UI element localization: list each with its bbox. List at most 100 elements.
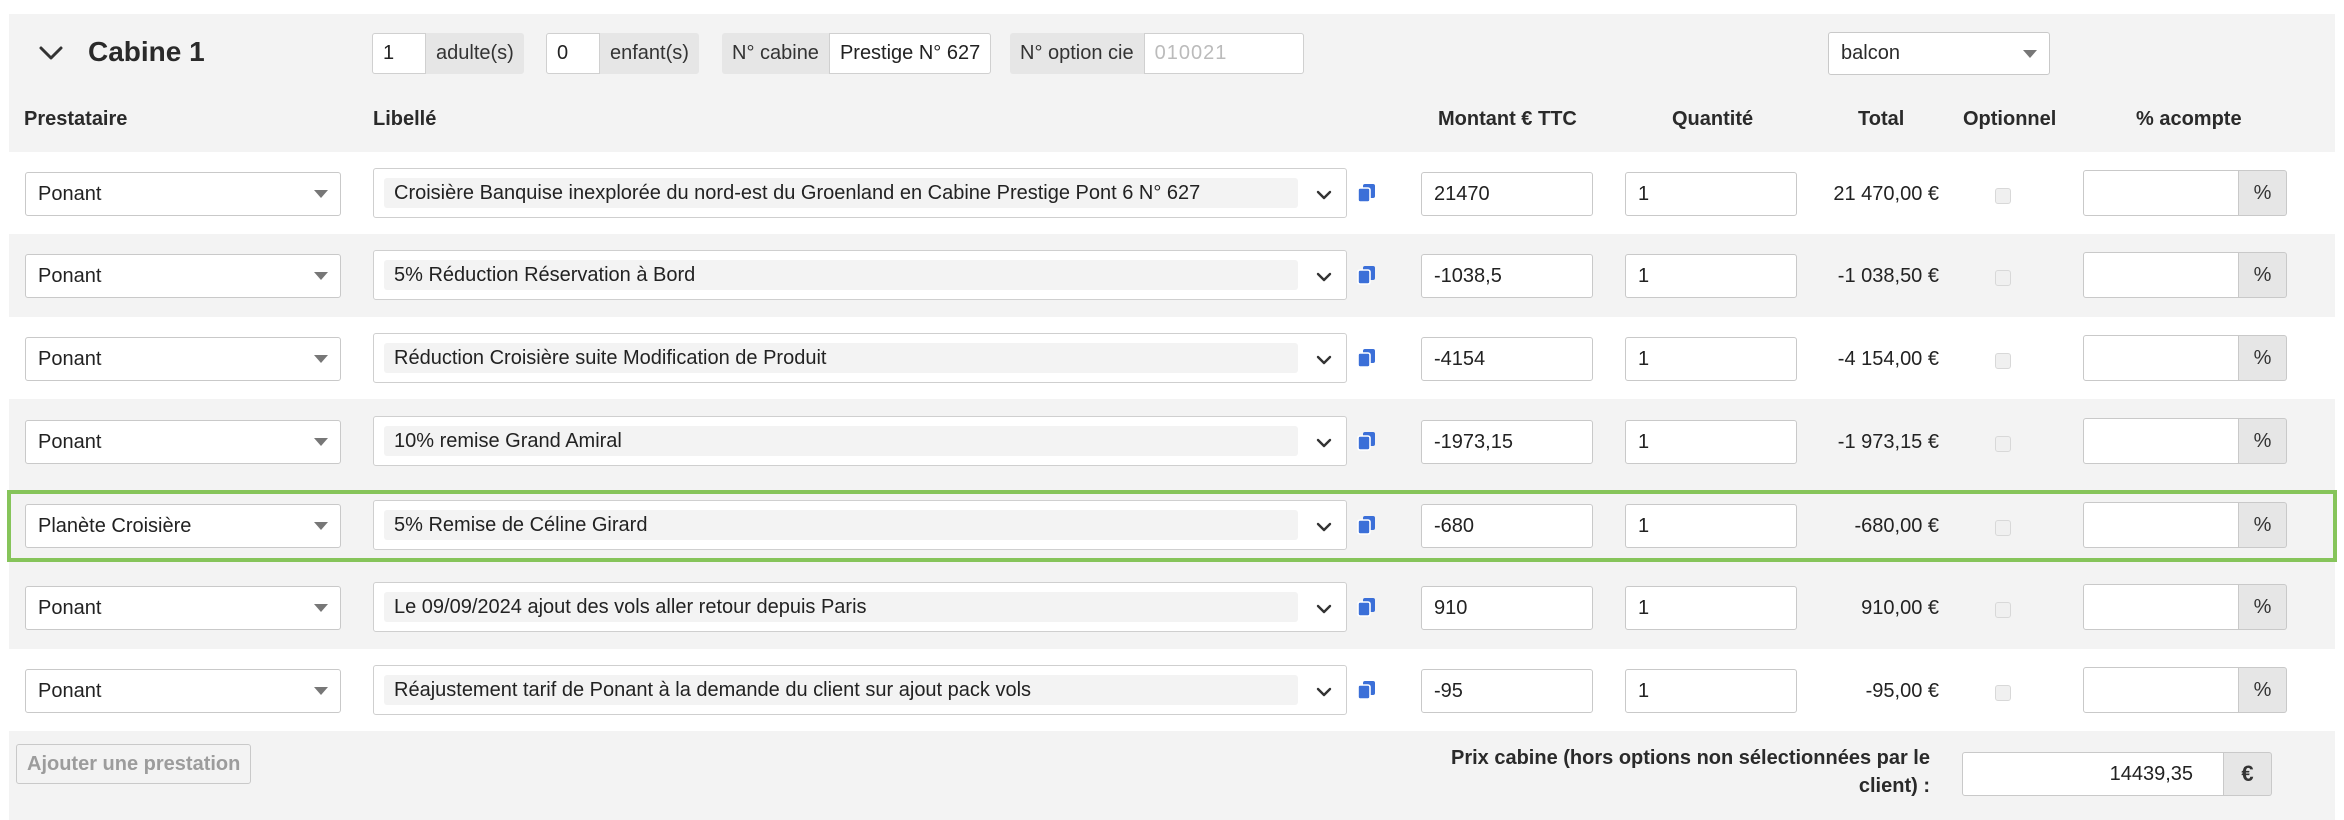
- chevron-down-icon[interactable]: [1314, 267, 1334, 287]
- col-acompte: % acompte: [2136, 108, 2242, 130]
- duplicate-icon[interactable]: [1356, 264, 1378, 286]
- row-total: 21 470,00 €: [1833, 182, 1939, 205]
- optionnel-checkbox[interactable]: [1995, 270, 2011, 286]
- libelle-text[interactable]: 5% Remise de Céline Girard: [384, 510, 1298, 540]
- prestataire-select[interactable]: Ponant: [25, 586, 341, 630]
- prestataire-value: Ponant: [38, 182, 102, 205]
- libelle-text[interactable]: Le 09/09/2024 ajout des vols aller retou…: [384, 592, 1298, 622]
- percent-addon: %: [2239, 418, 2287, 464]
- optionnel-checkbox[interactable]: [1995, 436, 2011, 452]
- libelle-text[interactable]: 10% remise Grand Amiral: [384, 426, 1298, 456]
- caret-down-icon: [314, 355, 328, 363]
- chevron-down-icon[interactable]: [1314, 185, 1334, 205]
- libelle-field[interactable]: 5% Réduction Réservation à Bord: [373, 250, 1347, 300]
- row-total: -1 973,15 €: [1837, 430, 1939, 453]
- libelle-field[interactable]: 10% remise Grand Amiral: [373, 416, 1347, 466]
- cabin-number-input[interactable]: Prestige N° 627: [828, 33, 992, 74]
- percent-addon: %: [2239, 252, 2287, 298]
- quantite-input[interactable]: 1: [1625, 586, 1797, 630]
- acompte-input[interactable]: [2083, 335, 2239, 381]
- libelle-text[interactable]: Croisière Banquise inexplorée du nord-es…: [384, 178, 1298, 208]
- option-number-group: N° option cie 010021: [1010, 33, 1304, 74]
- libelle-field[interactable]: Réduction Croisière suite Modification d…: [373, 333, 1347, 383]
- acompte-input[interactable]: [2083, 252, 2239, 298]
- adults-input[interactable]: 1: [372, 33, 426, 74]
- prestataire-select[interactable]: Ponant: [25, 420, 341, 464]
- prix-cabine-group: 14439,35 €: [1962, 752, 2272, 796]
- prestataire-select[interactable]: Planète Croisière: [25, 504, 341, 548]
- acompte-input[interactable]: [2083, 170, 2239, 216]
- table-row: Ponant Le 09/09/2024 ajout des vols alle…: [9, 566, 2335, 648]
- chevron-down-icon[interactable]: [1314, 517, 1334, 537]
- montant-input[interactable]: -95: [1421, 669, 1593, 713]
- quantite-input[interactable]: 1: [1625, 420, 1797, 464]
- table-row: Ponant 10% remise Grand Amiral -1973,15 …: [9, 400, 2335, 482]
- quantite-input[interactable]: 1: [1625, 337, 1797, 381]
- montant-input[interactable]: 21470: [1421, 172, 1593, 216]
- caret-down-icon: [314, 438, 328, 446]
- add-prestation-button[interactable]: Ajouter une prestation: [16, 744, 252, 784]
- libelle-field[interactable]: Le 09/09/2024 ajout des vols aller retou…: [373, 582, 1347, 632]
- percent-addon: %: [2239, 502, 2287, 548]
- libelle-field[interactable]: 5% Remise de Céline Girard: [373, 500, 1347, 550]
- option-number-input[interactable]: 010021: [1143, 33, 1304, 74]
- acompte-group: %: [2083, 170, 2293, 216]
- duplicate-icon[interactable]: [1356, 596, 1378, 618]
- libelle-text[interactable]: Réajustement tarif de Ponant à la demand…: [384, 675, 1298, 705]
- montant-input[interactable]: 910: [1421, 586, 1593, 630]
- col-libelle: Libellé: [373, 108, 437, 130]
- acompte-group: %: [2083, 335, 2293, 381]
- chevron-down-icon[interactable]: [1314, 599, 1334, 619]
- chevron-down-icon[interactable]: [1314, 682, 1334, 702]
- duplicate-icon[interactable]: [1356, 430, 1378, 452]
- cabin-category-select[interactable]: balcon: [1828, 32, 2050, 75]
- acompte-input[interactable]: [2083, 667, 2239, 713]
- duplicate-icon[interactable]: [1356, 182, 1378, 204]
- libelle-field[interactable]: Croisière Banquise inexplorée du nord-es…: [373, 168, 1347, 218]
- prestataire-select[interactable]: Ponant: [25, 172, 341, 216]
- row-total: -4 154,00 €: [1837, 347, 1939, 370]
- chevron-down-icon[interactable]: [1314, 433, 1334, 453]
- table-row: Ponant Réajustement tarif de Ponant à la…: [9, 649, 2335, 731]
- montant-input[interactable]: -4154: [1421, 337, 1593, 381]
- chevron-down-icon[interactable]: [1314, 350, 1334, 370]
- optionnel-checkbox[interactable]: [1995, 188, 2011, 204]
- acompte-input[interactable]: [2083, 418, 2239, 464]
- col-prestataire: Prestataire: [24, 108, 128, 130]
- prestataire-value: Ponant: [38, 264, 102, 287]
- prestataire-select[interactable]: Ponant: [25, 669, 341, 713]
- prestataire-value: Ponant: [38, 679, 102, 702]
- quantite-input[interactable]: 1: [1625, 254, 1797, 298]
- adults-group: 1 adulte(s): [372, 33, 524, 74]
- prestataire-value: Ponant: [38, 430, 102, 453]
- quantite-input[interactable]: 1: [1625, 504, 1797, 548]
- prestataire-select[interactable]: Ponant: [25, 337, 341, 381]
- montant-input[interactable]: -1038,5: [1421, 254, 1593, 298]
- acompte-input[interactable]: [2083, 584, 2239, 630]
- cabin-title: Cabine 1: [88, 36, 205, 67]
- row-total: -1 038,50 €: [1837, 264, 1939, 287]
- montant-input[interactable]: -1973,15: [1421, 420, 1593, 464]
- table-row: Ponant Croisière Banquise inexplorée du …: [9, 152, 2335, 234]
- row-total: 910,00 €: [1861, 596, 1939, 619]
- prestataire-select[interactable]: Ponant: [25, 254, 341, 298]
- optionnel-checkbox[interactable]: [1995, 353, 2011, 369]
- optionnel-checkbox[interactable]: [1995, 685, 2011, 701]
- duplicate-icon[interactable]: [1356, 347, 1378, 369]
- duplicate-icon[interactable]: [1356, 514, 1378, 536]
- libelle-text[interactable]: Réduction Croisière suite Modification d…: [384, 343, 1298, 373]
- optionnel-checkbox[interactable]: [1995, 520, 2011, 536]
- libelle-field[interactable]: Réajustement tarif de Ponant à la demand…: [373, 665, 1347, 715]
- prix-cabine-label: Prix cabine (hors options non sélectionn…: [1400, 744, 1930, 800]
- prix-cabine-input[interactable]: 14439,35: [1962, 752, 2224, 796]
- row-total: -680,00 €: [1854, 514, 1939, 537]
- quantite-input[interactable]: 1: [1625, 669, 1797, 713]
- libelle-text[interactable]: 5% Réduction Réservation à Bord: [384, 260, 1298, 290]
- children-input[interactable]: 0: [546, 33, 600, 74]
- duplicate-icon[interactable]: [1356, 679, 1378, 701]
- montant-input[interactable]: -680: [1421, 504, 1593, 548]
- collapse-chevron-icon[interactable]: [36, 38, 66, 68]
- quantite-input[interactable]: 1: [1625, 172, 1797, 216]
- acompte-input[interactable]: [2083, 502, 2239, 548]
- optionnel-checkbox[interactable]: [1995, 602, 2011, 618]
